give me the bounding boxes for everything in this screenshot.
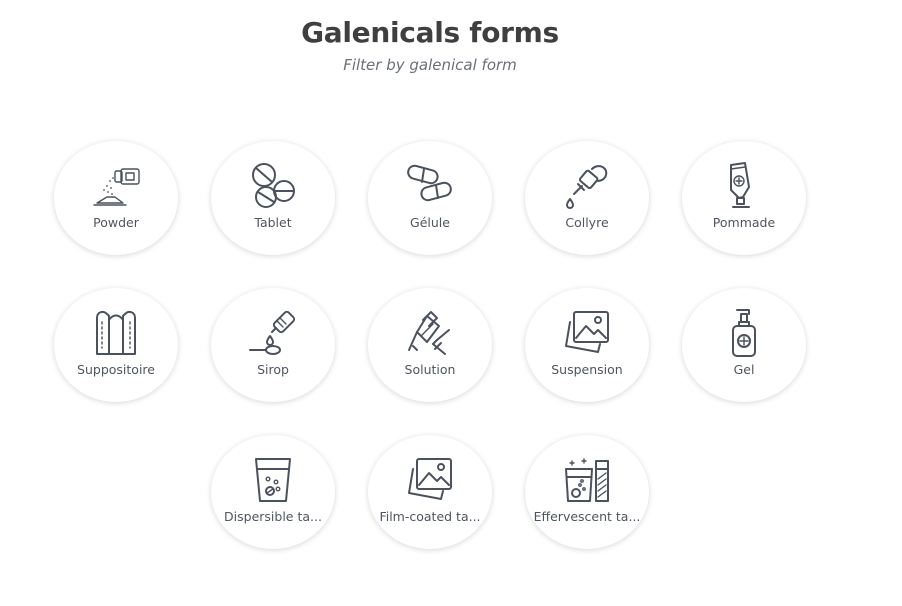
form-label: Gélule [410,215,450,230]
form-card-gelule[interactable]: Gélule [368,141,492,255]
form-label: Tablet [254,215,292,230]
form-label: Solution [404,362,456,377]
ointment-tube-icon [719,161,769,211]
form-label: Suspension [551,362,623,377]
form-label: Gel [733,362,755,377]
galenical-forms-grid: Powder Tablet Gélule Collyre Pommade Sup… [0,0,902,606]
image-icon [562,308,612,358]
solution-vial-icon [405,308,455,358]
form-card-sirop[interactable]: Sirop [211,288,335,402]
powder-icon [91,161,141,211]
form-label: Powder [93,215,139,230]
capsule-icon [405,161,455,211]
form-label: Effervescent ta... [533,509,641,524]
form-card-solution[interactable]: Solution [368,288,492,402]
form-label: Suppositoire [77,362,155,377]
form-card-gel[interactable]: Gel [682,288,806,402]
syrup-spoon-icon [248,308,298,358]
suppository-icon [91,308,141,358]
form-card-film-coated-tablet[interactable]: Film-coated ta... [368,435,492,549]
tablet-icon [248,161,298,211]
form-label: Pommade [712,215,776,230]
form-card-effervescent-tablet[interactable]: Effervescent ta... [525,435,649,549]
form-card-collyre[interactable]: Collyre [525,141,649,255]
eye-dropper-icon [562,161,612,211]
form-card-tablet[interactable]: Tablet [211,141,335,255]
form-label: Dispersible ta... [224,509,322,524]
dispersible-glass-icon [248,455,298,505]
pump-bottle-icon [719,308,769,358]
form-label: Sirop [257,362,289,377]
image-icon [405,455,455,505]
form-card-suspension[interactable]: Suspension [525,288,649,402]
form-card-suppositoire[interactable]: Suppositoire [54,288,178,402]
effervescent-tablet-icon [562,455,612,505]
form-card-powder[interactable]: Powder [54,141,178,255]
form-card-pommade[interactable]: Pommade [682,141,806,255]
form-label: Collyre [565,215,609,230]
form-card-dispersible-tablet[interactable]: Dispersible ta... [211,435,335,549]
form-label: Film-coated ta... [379,509,481,524]
